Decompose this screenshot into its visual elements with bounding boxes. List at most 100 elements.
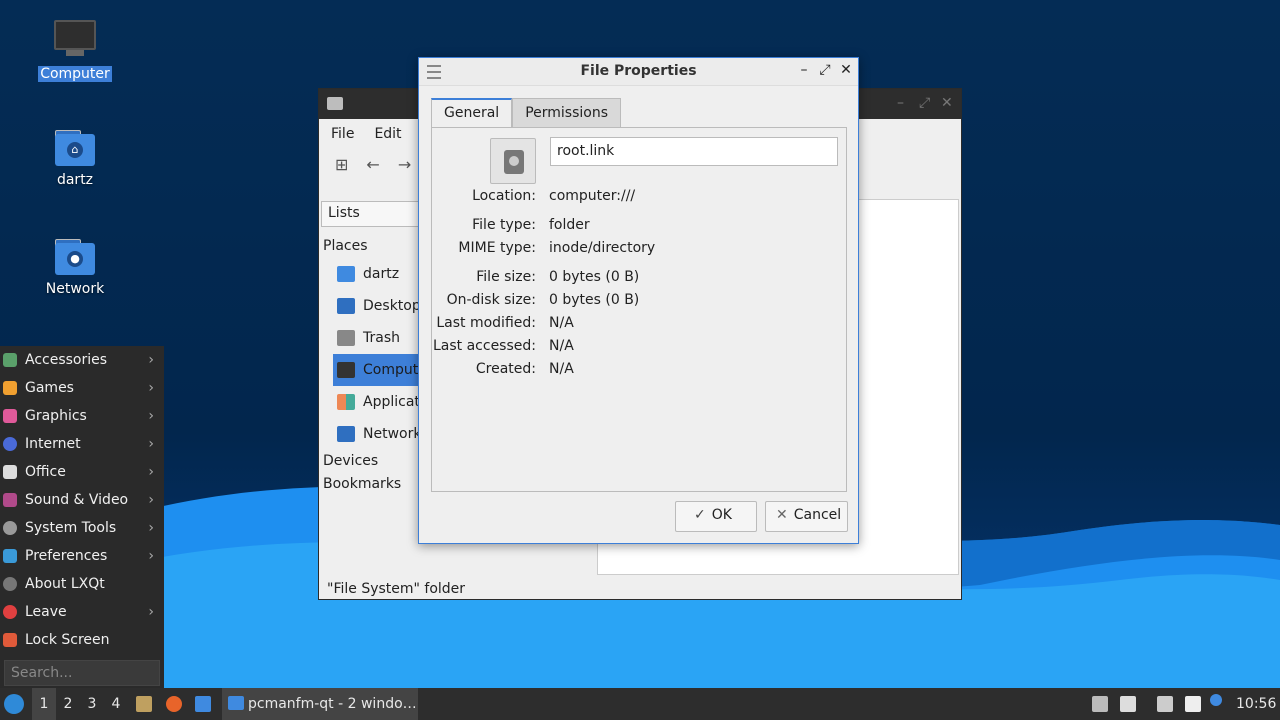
- volume-icon[interactable]: [1120, 696, 1136, 712]
- power-icon: [3, 605, 17, 619]
- sidebar-item-trash[interactable]: Trash: [323, 322, 433, 354]
- prop-last-modified: Last modified: N/A: [436, 315, 574, 331]
- menu-item-about[interactable]: About LXQt: [0, 570, 164, 598]
- desktop-icon-label: dartz: [56, 172, 94, 188]
- desktop-icon-network[interactable]: ● Network: [30, 239, 120, 297]
- desktop-icon: [337, 298, 355, 314]
- close-icon: ✕: [776, 507, 788, 523]
- menu-item-leave[interactable]: Leave ›: [0, 598, 164, 626]
- prop-file-type: File type: folder: [472, 217, 590, 233]
- maximize-icon[interactable]: ⤢: [817, 62, 833, 78]
- home-folder-icon: [337, 266, 355, 282]
- workspace-1[interactable]: 1: [32, 688, 56, 720]
- tab-permissions[interactable]: Permissions: [512, 98, 621, 128]
- sidebar-item-desktop[interactable]: Desktop: [323, 290, 433, 322]
- chevron-right-icon: ›: [148, 436, 154, 452]
- network-tray-icon[interactable]: [1157, 696, 1173, 712]
- clock[interactable]: 10:56: [1236, 688, 1280, 720]
- network-folder-icon: [337, 426, 355, 442]
- main-menu-button[interactable]: [4, 688, 28, 720]
- drive-icon: [504, 150, 524, 174]
- graphics-icon: [3, 409, 17, 423]
- menu-item-lock-screen[interactable]: Lock Screen: [0, 626, 164, 654]
- menu-item-internet[interactable]: Internet ›: [0, 430, 164, 458]
- prop-file-size: File size: 0 bytes (0 B): [476, 269, 640, 285]
- dialog-title: File Properties: [580, 63, 697, 79]
- dialog-titlebar[interactable]: File Properties – ⤢ ✕: [419, 58, 858, 86]
- chevron-right-icon: ›: [148, 380, 154, 396]
- games-icon: [3, 381, 17, 395]
- firefox-icon[interactable]: [166, 696, 182, 712]
- sidebar-item-applications[interactable]: Applications: [323, 386, 433, 418]
- menu-item-graphics[interactable]: Graphics ›: [0, 402, 164, 430]
- menu-item-games[interactable]: Games ›: [0, 374, 164, 402]
- prop-last-accessed: Last accessed: N/A: [432, 338, 574, 354]
- cancel-button[interactable]: ✕ Cancel: [765, 501, 848, 532]
- sidebar-item-network[interactable]: Network: [323, 418, 433, 450]
- menu-edit[interactable]: Edit: [374, 126, 401, 142]
- lxqt-logo-icon: [4, 694, 24, 714]
- folder-icon: [327, 97, 343, 110]
- new-tab-icon[interactable]: ⊞: [335, 155, 348, 174]
- menu-item-sound-video[interactable]: Sound & Video ›: [0, 486, 164, 514]
- back-arrow-icon[interactable]: ←: [366, 155, 379, 174]
- workspace-2[interactable]: 2: [56, 688, 80, 720]
- close-icon[interactable]: ✕: [941, 95, 953, 111]
- gear-icon: [3, 521, 17, 535]
- chevron-right-icon: ›: [148, 464, 154, 480]
- change-icon-button[interactable]: [490, 138, 536, 184]
- close-icon[interactable]: ✕: [838, 62, 854, 78]
- info-icon: [3, 577, 17, 591]
- desktop-icon-dartz[interactable]: ⌂ dartz: [30, 130, 120, 188]
- tab-bar: General Permissions: [431, 98, 621, 128]
- computer-icon: [54, 20, 96, 60]
- menu-item-system-tools[interactable]: System Tools ›: [0, 514, 164, 542]
- maximize-icon[interactable]: ⤢: [919, 95, 930, 111]
- folder-icon: [228, 696, 244, 710]
- places-header[interactable]: Places: [323, 235, 433, 258]
- bookmarks-header[interactable]: Bookmarks: [323, 473, 433, 496]
- desktop-icon-label: Computer: [38, 66, 112, 82]
- prop-location: Location: computer:///: [472, 188, 636, 204]
- clipboard-icon[interactable]: [1185, 696, 1201, 712]
- menu-item-office[interactable]: Office ›: [0, 458, 164, 486]
- chevron-right-icon: ›: [148, 548, 154, 564]
- prop-on-disk-size: On-disk size: 0 bytes (0 B): [446, 292, 640, 308]
- menu-item-preferences[interactable]: Preferences ›: [0, 542, 164, 570]
- sidebar-item-home[interactable]: dartz: [323, 258, 433, 290]
- file-manager-launcher-icon[interactable]: [136, 696, 152, 712]
- minimize-icon[interactable]: –: [796, 62, 812, 78]
- filename-field[interactable]: root.link: [550, 137, 838, 166]
- office-icon: [3, 465, 17, 479]
- trash-icon: [337, 330, 355, 346]
- computer-icon: [337, 362, 355, 378]
- taskbar: 1 2 3 4 pcmanfm-qt - 2 windo… 10:56: [0, 688, 1280, 720]
- update-notifier-icon[interactable]: [1210, 694, 1222, 706]
- workspace-3[interactable]: 3: [80, 688, 104, 720]
- side-pane-mode-select[interactable]: Lists: [321, 201, 421, 227]
- menu-item-accessories[interactable]: Accessories ›: [0, 346, 164, 374]
- status-bar: "File System" folder: [327, 581, 466, 597]
- menu-search-input[interactable]: Search...: [4, 660, 160, 686]
- ok-button[interactable]: ✓ OK: [675, 501, 757, 532]
- application-menu: Accessories › Games › Graphics › Internet › …: [0, 346, 164, 688]
- minimize-icon[interactable]: –: [897, 95, 904, 111]
- check-icon: ✓: [694, 507, 706, 523]
- show-desktop-icon[interactable]: [195, 696, 211, 712]
- tab-general[interactable]: General: [431, 98, 513, 128]
- taskbar-item-pcmanfm[interactable]: pcmanfm-qt - 2 windo…: [222, 688, 418, 720]
- menu-file[interactable]: File: [331, 126, 354, 142]
- tray-arrow-icon[interactable]: [1092, 696, 1108, 712]
- desktop-icon-label: Network: [45, 281, 105, 297]
- devices-header[interactable]: Devices: [323, 450, 433, 473]
- prop-mime-type: MIME type: inode/directory: [458, 240, 656, 256]
- prop-created: Created: N/A: [475, 361, 574, 377]
- chevron-right-icon: ›: [148, 604, 154, 620]
- chevron-right-icon: ›: [148, 352, 154, 368]
- multimedia-icon: [3, 493, 17, 507]
- side-pane: Places dartz Desktop Trash Computer Appl…: [323, 235, 433, 496]
- workspace-4[interactable]: 4: [104, 688, 128, 720]
- file-properties-dialog: File Properties – ⤢ ✕ General Permission…: [418, 57, 859, 544]
- forward-arrow-icon[interactable]: →: [398, 155, 411, 174]
- desktop-icon-computer[interactable]: Computer: [30, 20, 120, 82]
